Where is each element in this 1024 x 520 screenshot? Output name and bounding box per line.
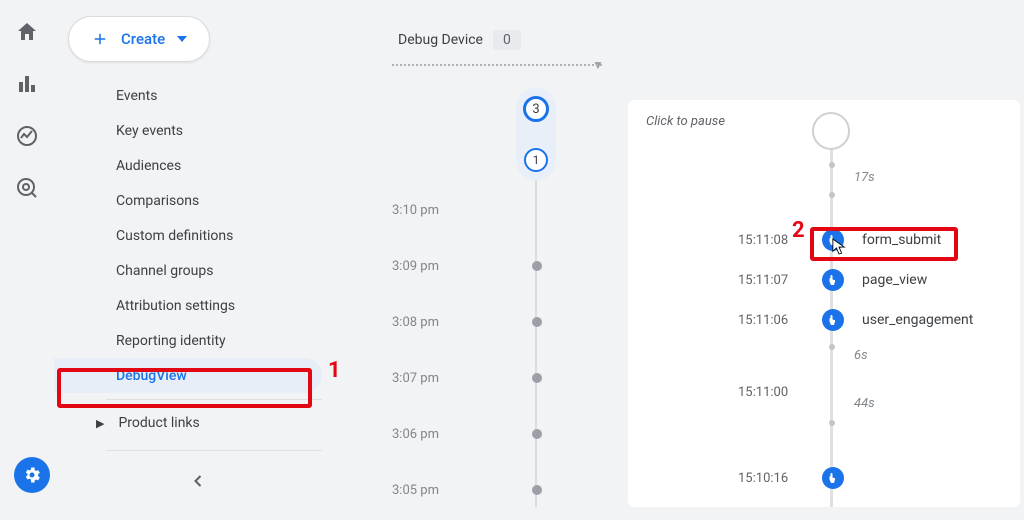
annotation-number-1: 1 [328, 358, 341, 383]
timeline-tick [829, 192, 835, 198]
minute-dot [532, 317, 542, 327]
minute-row[interactable]: 3:07 pm [392, 348, 592, 408]
dotted-divider [392, 64, 602, 66]
pill-bottom-count: 1 [524, 148, 548, 172]
bar-chart-icon[interactable] [15, 72, 39, 96]
sidebar-item-custom-definitions[interactable]: Custom definitions [54, 218, 342, 253]
minute-dot [532, 261, 542, 271]
sidebar-menu: Events Key events Audiences Comparisons … [54, 78, 342, 457]
minute-dot [532, 373, 542, 383]
home-icon[interactable] [15, 20, 39, 44]
live-circle[interactable] [812, 112, 850, 150]
minute-timeline: 3 1 3:10 pm 3:09 pm 3:08 pm 3:07 pm 3:06… [392, 88, 592, 507]
sidebar-collapse[interactable] [54, 469, 342, 493]
timeline-gap: 17s [854, 170, 875, 185]
minute-dot [532, 429, 542, 439]
timeline-tick [829, 162, 835, 168]
sidebar-item-comparisons[interactable]: Comparisons [54, 183, 342, 218]
event-row-user-engagement[interactable]: 15:11:06 user_engagement [628, 300, 1020, 340]
touch-icon [822, 269, 844, 291]
minute-row[interactable]: 3:05 pm [392, 460, 592, 520]
debug-device-count: 0 [493, 30, 521, 50]
left-icon-bar [0, 0, 54, 507]
main-panel: Debug Device 0 ▼ 3 1 3:10 pm 3:09 pm 3:0… [342, 0, 1024, 507]
sidebar-item-attribution-settings[interactable]: Attribution settings [54, 288, 342, 323]
sidebar-separator-2 [106, 450, 322, 451]
create-button[interactable]: Create [68, 16, 210, 62]
detail-panel: Click to pause 17s 15:11:08 form_submit … [628, 100, 1020, 507]
timeline-tick [829, 344, 835, 350]
minute-row[interactable]: 3:09 pm [392, 236, 592, 296]
minute-row[interactable]: 3:10 pm [392, 180, 592, 240]
caret-down-icon [177, 36, 187, 42]
minute-dot [532, 485, 542, 495]
timeline-gap: 6s [854, 348, 868, 363]
annotation-number-2: 2 [792, 218, 805, 243]
sidebar-item-channel-groups[interactable]: Channel groups [54, 253, 342, 288]
sidebar-item-audiences[interactable]: Audiences [54, 148, 342, 183]
sidebar-item-events[interactable]: Events [54, 78, 342, 113]
event-row-time[interactable]: 15:10:16 [628, 458, 1020, 498]
minute-row[interactable]: 3:08 pm [392, 292, 592, 352]
caret-right-icon: ▶ [96, 417, 104, 430]
event-row-form-submit[interactable]: 15:11:08 form_submit [628, 220, 1020, 260]
event-row-page-view[interactable]: 15:11:07 page_view [628, 260, 1020, 300]
trend-icon[interactable] [15, 124, 39, 148]
sidebar-separator [106, 399, 322, 400]
pill-top-count: 3 [523, 96, 549, 122]
current-minute-pill[interactable]: 3 1 [516, 88, 556, 180]
sidebar-item-debugview[interactable]: DebugView [54, 358, 322, 393]
settings-fab[interactable] [14, 457, 50, 493]
create-label: Create [121, 30, 165, 48]
event-row-time: 15:11:00 [628, 372, 1020, 412]
debug-device-selector[interactable]: Debug Device 0 [398, 30, 521, 50]
minute-row[interactable]: 3:06 pm [392, 404, 592, 464]
target-icon[interactable] [15, 176, 39, 200]
sidebar: Create Events Key events Audiences Compa… [54, 0, 342, 507]
touch-icon [822, 467, 844, 489]
timeline-tick [829, 420, 835, 426]
sidebar-item-reporting-identity[interactable]: Reporting identity [54, 323, 342, 358]
timeline-gap: 44s [854, 396, 875, 411]
touch-icon [822, 309, 844, 331]
sidebar-item-product-links[interactable]: ▶ Product links [54, 406, 342, 440]
mouse-cursor-icon [832, 238, 846, 256]
sidebar-item-key-events[interactable]: Key events [54, 113, 342, 148]
